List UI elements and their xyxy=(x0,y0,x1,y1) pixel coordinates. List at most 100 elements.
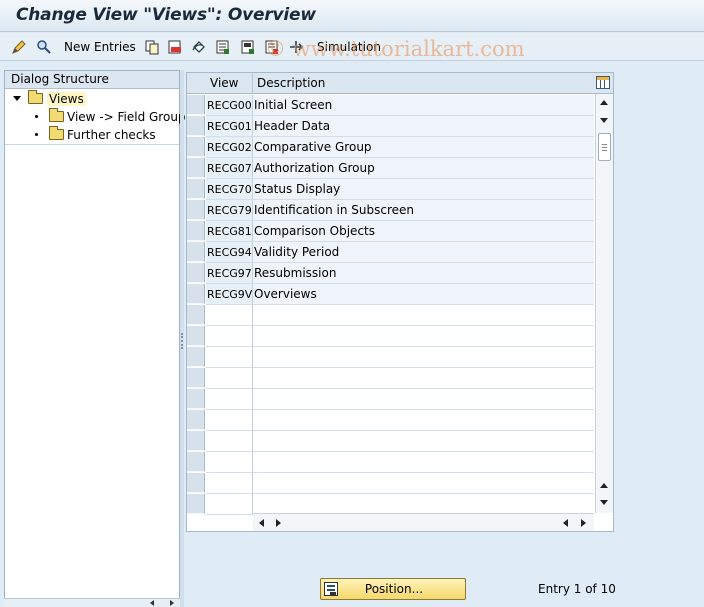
empty-cell-view[interactable] xyxy=(206,389,253,410)
empty-cell-description[interactable] xyxy=(253,305,594,326)
cell-view[interactable]: RECG00 xyxy=(206,95,253,116)
scroll-down-small-icon[interactable] xyxy=(600,118,608,123)
scroll-right-icon[interactable] xyxy=(170,600,174,606)
row-selector[interactable] xyxy=(187,221,205,241)
row-selector[interactable] xyxy=(187,452,205,472)
row-selector[interactable] xyxy=(187,473,205,493)
empty-cell-description[interactable] xyxy=(253,410,594,431)
empty-cell-description[interactable] xyxy=(253,452,594,473)
cell-description[interactable]: Identification in Subscreen xyxy=(253,200,594,221)
cell-view[interactable]: RECG07 xyxy=(206,158,253,179)
column-header-description[interactable]: Description xyxy=(253,73,594,94)
dialog-structure-panel: Dialog Structure Views View -> Field Gro… xyxy=(4,70,192,607)
scroll-thumb[interactable] xyxy=(598,133,611,161)
row-selector[interactable] xyxy=(187,242,205,262)
table-vertical-scrollbar[interactable] xyxy=(595,94,613,513)
row-selector[interactable] xyxy=(187,263,205,283)
cell-view[interactable]: RECG94 xyxy=(206,242,253,263)
scroll-left-icon[interactable] xyxy=(259,519,264,527)
empty-cell-description[interactable] xyxy=(253,368,594,389)
cell-view[interactable]: RECG81 xyxy=(206,221,253,242)
glasses-details-icon[interactable] xyxy=(35,38,53,56)
row-selector[interactable] xyxy=(187,116,205,136)
transport-icon[interactable] xyxy=(287,38,305,56)
cell-view[interactable]: RECG70 xyxy=(206,179,253,200)
cell-description[interactable]: Comparative Group xyxy=(253,137,594,158)
new-entries-button[interactable]: New Entries xyxy=(64,40,136,54)
empty-cell-view[interactable] xyxy=(206,368,253,389)
cell-view[interactable]: RECG9V xyxy=(206,284,253,305)
empty-cell-view[interactable] xyxy=(206,347,253,368)
cell-description[interactable]: Authorization Group xyxy=(253,158,594,179)
table-settings-header[interactable] xyxy=(594,73,613,94)
select-block-icon[interactable] xyxy=(239,38,257,56)
cell-view[interactable]: RECG02 xyxy=(206,137,253,158)
undo-change-icon[interactable] xyxy=(190,38,208,56)
empty-cell-description[interactable] xyxy=(253,389,594,410)
row-selector[interactable] xyxy=(187,179,205,199)
empty-cell-view[interactable] xyxy=(206,410,253,431)
empty-cell-view[interactable] xyxy=(206,494,253,515)
row-selector[interactable] xyxy=(187,158,205,178)
empty-cell-view[interactable] xyxy=(206,431,253,452)
empty-cell-view[interactable] xyxy=(206,326,253,347)
row-selector[interactable] xyxy=(187,200,205,220)
empty-cell-description[interactable] xyxy=(253,473,594,494)
delete-icon[interactable] xyxy=(166,38,184,56)
row-selector[interactable] xyxy=(187,137,205,157)
scroll-right-small-icon[interactable] xyxy=(276,519,281,527)
scroll-up-bottom-icon[interactable] xyxy=(600,483,608,488)
empty-cell-view[interactable] xyxy=(206,473,253,494)
row-selector[interactable] xyxy=(187,305,205,325)
cell-view[interactable]: RECG79 xyxy=(206,200,253,221)
row-selector[interactable] xyxy=(187,326,205,346)
empty-cell-description[interactable] xyxy=(253,326,594,347)
deselect-all-icon[interactable] xyxy=(263,38,281,56)
select-all-icon[interactable] xyxy=(214,38,232,56)
splitter-grip-icon[interactable] xyxy=(181,333,183,349)
tree-item-field-groups[interactable]: View -> Field Groups xyxy=(35,108,192,126)
row-selector[interactable] xyxy=(187,347,205,367)
cell-view[interactable]: RECG97 xyxy=(206,263,253,284)
scroll-down-icon[interactable] xyxy=(600,500,608,505)
change-display-icon[interactable] xyxy=(10,38,28,56)
row-selector[interactable] xyxy=(187,389,205,409)
cell-description[interactable]: Validity Period xyxy=(253,242,594,263)
tree-item-views[interactable]: Views xyxy=(13,90,181,108)
table-horizontal-scrollbar[interactable] xyxy=(253,513,594,531)
row-selector[interactable] xyxy=(187,410,205,430)
empty-cell-description[interactable] xyxy=(253,347,594,368)
empty-cell-description[interactable] xyxy=(253,431,594,452)
row-selector[interactable] xyxy=(187,284,205,304)
empty-cell-view[interactable] xyxy=(206,452,253,473)
cell-description[interactable]: Initial Screen xyxy=(253,95,594,116)
cell-view[interactable]: RECG01 xyxy=(206,116,253,137)
empty-cell-view[interactable] xyxy=(206,305,253,326)
scroll-up-icon[interactable] xyxy=(600,100,608,105)
cell-description[interactable]: Status Display xyxy=(253,179,594,200)
scroll-right-icon[interactable] xyxy=(581,519,586,527)
column-header-view[interactable]: View xyxy=(206,73,253,94)
row-selector[interactable] xyxy=(187,431,205,451)
tree-item-label: Further checks xyxy=(67,128,156,142)
position-button[interactable]: Position... xyxy=(320,578,466,600)
simulation-button[interactable]: Simulation xyxy=(317,40,381,54)
cell-description[interactable]: Resubmission xyxy=(253,263,594,284)
row-selector[interactable] xyxy=(187,368,205,388)
row-selector[interactable] xyxy=(187,494,205,514)
scroll-left-end-icon[interactable] xyxy=(563,519,568,527)
copy-as-icon[interactable] xyxy=(143,38,161,56)
row-selector[interactable] xyxy=(187,95,205,115)
folder-icon xyxy=(49,108,64,122)
left-panel-scrollbar[interactable] xyxy=(4,598,180,607)
table-settings-icon[interactable] xyxy=(596,76,610,89)
cell-description[interactable]: Header Data xyxy=(253,116,594,137)
views-table: View Description RECG00 Initial Screen REC… xyxy=(186,72,614,532)
expand-arrow-icon[interactable] xyxy=(13,96,21,101)
tree-item-further-checks[interactable]: Further checks xyxy=(35,126,156,144)
scroll-left-icon[interactable] xyxy=(150,600,154,606)
select-all-header[interactable] xyxy=(187,73,206,94)
cell-description[interactable]: Comparison Objects xyxy=(253,221,594,242)
cell-description[interactable]: Overviews xyxy=(253,284,594,305)
empty-cell-description[interactable] xyxy=(253,494,594,515)
